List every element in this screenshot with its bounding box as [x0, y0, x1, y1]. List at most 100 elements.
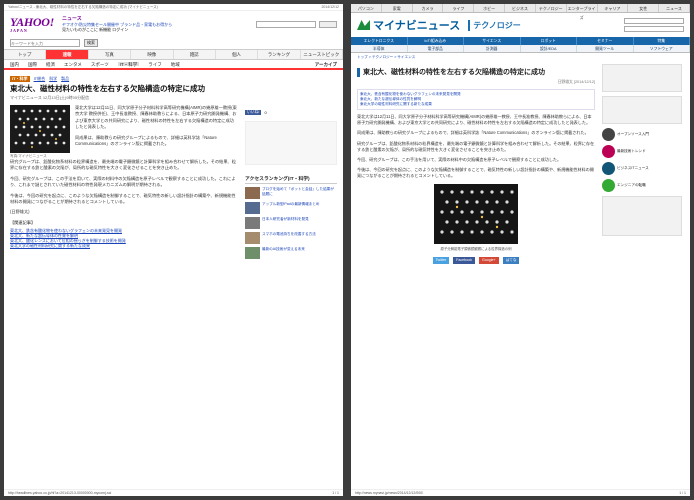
thumbnail	[245, 247, 260, 259]
top-nav-item[interactable]: 家電	[382, 4, 413, 12]
ranking-item[interactable]: 日本人研究者が新材料を発見	[245, 217, 337, 229]
footer-url: http://news.mynavi.jp/news/2014/12/12/00…	[355, 491, 424, 495]
subsection-tab[interactable]: 設計/EDA	[521, 45, 577, 52]
category-tab[interactable]: スポーツ	[91, 62, 109, 67]
top-nav-item[interactable]: ビジネス	[505, 4, 536, 12]
search-bar: 検索	[4, 37, 343, 49]
category-tab[interactable]: 国際	[28, 62, 37, 67]
share-facebook-button[interactable]: Facebook	[453, 256, 475, 264]
share-hatena-button[interactable]: はてな	[502, 256, 520, 264]
nav-tab[interactable]: 映像	[131, 50, 174, 59]
category-tab[interactable]: 地域	[171, 62, 180, 67]
print-header: Yahoo!ニュース - 東北大、磁性材料の特性を左右する欠陥構造の特定に成功 …	[4, 4, 343, 11]
top-nav: パソコン 家電 カメラ ライフ ホビー ビジネス テクノロジー エンタープライズ…	[351, 4, 690, 20]
tag-link[interactable]: 製品	[61, 76, 69, 82]
article-meta: マイナビニュース 12月13日(土)9時05分配信	[10, 95, 90, 100]
category-tab[interactable]: エンタメ	[64, 62, 82, 67]
search-input[interactable]	[10, 39, 80, 47]
category-tab[interactable]: ライフ	[148, 62, 162, 67]
search-input[interactable]	[624, 18, 684, 24]
ad-box[interactable]	[602, 196, 682, 236]
top-nav-item[interactable]: エンタープライズ	[567, 4, 598, 20]
category-tab-active[interactable]: IT・科学	[117, 62, 140, 67]
section-label: テクノロジー	[468, 19, 521, 31]
top-nav-item[interactable]: ニュース	[659, 4, 690, 12]
category-badge[interactable]: IT・科学	[10, 76, 30, 82]
article-image[interactable]	[10, 105, 70, 153]
side-item[interactable]: ビジネスITニュース	[602, 162, 682, 175]
related-link[interactable]: 東北大学の磁性材料研究に関する新たな成果	[360, 102, 592, 107]
tag-link[interactable]: 科学	[49, 76, 57, 82]
promo-line-2[interactable]: 見たいものがここに 新機能 ログイン	[62, 27, 256, 32]
ad-box[interactable]	[245, 121, 337, 165]
avatar	[602, 162, 615, 175]
nav-tab[interactable]: 個人	[216, 50, 259, 59]
breadcrumb[interactable]: トップ > テクノロジー > サイエンス	[351, 53, 690, 62]
top-nav-item[interactable]: ライフ	[443, 4, 475, 12]
related-link[interactable]: 東北大学の磁性材料研究に関する新たな成果	[10, 243, 238, 248]
ad-box[interactable]	[602, 96, 682, 124]
avatar	[602, 145, 615, 158]
search-button[interactable]: 検索	[84, 39, 98, 47]
top-nav-item[interactable]: キャリア	[598, 4, 629, 12]
mynavi-mark-icon	[357, 20, 370, 30]
section-tab[interactable]: サイエンス	[464, 37, 521, 45]
login-box[interactable]	[624, 26, 684, 32]
ranking-item[interactable]: ブログを始めて「ボットと会話」した結果が話題に	[245, 187, 337, 199]
mynavi-logo[interactable]: マイナビニュース テクノロジー	[357, 17, 521, 33]
subsection-tab[interactable]: ソフトウェア	[634, 45, 690, 52]
ranking-item[interactable]: アップル新型iPadの最新情報まとめ	[245, 202, 337, 214]
share-bar: Twitter Facebook Google+ はてな	[357, 256, 595, 264]
top-nav-item[interactable]: パソコン	[351, 4, 382, 12]
article-image[interactable]	[434, 183, 518, 244]
share-twitter-button[interactable]: Twitter	[432, 256, 450, 264]
left-window: Yahoo!ニュース - 東北大、磁性材料の特性を左右する欠陥構造の特定に成功 …	[0, 0, 347, 500]
top-nav-item[interactable]: 女性	[628, 4, 660, 12]
category-tab[interactable]: 経済	[46, 62, 55, 67]
side-item[interactable]: エンジニアの転職	[602, 179, 682, 192]
ad-box[interactable]	[602, 64, 682, 92]
nav-tab[interactable]: トップ	[4, 50, 47, 59]
sidebar: いいね! 0 アクセスランキング(IT・科学) ブログを始めて「ボットと会話」し…	[245, 76, 337, 259]
footer-url: http://headlines.yahoo.co.jp/hl?a=201412…	[8, 491, 112, 495]
paragraph: 同成果は、陳助教らの研究グループによるもので、詳細は英科学誌「Nature Co…	[357, 130, 589, 136]
top-nav-item[interactable]: ホビー	[474, 4, 506, 12]
nav-tab[interactable]: 写真	[89, 50, 132, 59]
print-date: 2014/12/12	[321, 5, 339, 9]
top-nav-item[interactable]: テクノロジー	[536, 4, 567, 12]
subsection-tab[interactable]: 開発ツール	[577, 45, 634, 52]
top-nav-item[interactable]: カメラ	[413, 4, 444, 12]
side-item[interactable]: 最新技術トレンド	[602, 145, 682, 158]
section-nav: エレクトロニクス IoT/組み込み サイエンス ロボット セミナー 特集	[351, 37, 690, 45]
subsection-tab[interactable]: 半導体	[351, 45, 408, 52]
image-caption: 原子分解能電子顕微鏡観察による粒界構造の例	[440, 246, 512, 251]
nav-tab[interactable]: ランキング	[258, 50, 301, 59]
section-tab[interactable]: セミナー	[577, 37, 634, 45]
nav-tab[interactable]: ニューストピック	[301, 50, 343, 59]
yahoo-logo[interactable]: YAHOO! JAPAN	[10, 15, 54, 33]
right-window: パソコン 家電 カメラ ライフ ホビー ビジネス テクノロジー エンタープライズ…	[347, 0, 694, 500]
subsection-nav: 半導体 電子部品 計測器 設計/EDA 開発ツール ソフトウェア	[351, 45, 690, 53]
category-tab[interactable]: 国内	[10, 62, 19, 67]
ranking-item[interactable]: スマホの電池持ちを改善する方法	[245, 232, 337, 244]
login-box[interactable]	[256, 20, 316, 28]
section-tab[interactable]: ロボット	[521, 37, 577, 45]
archive-link[interactable]: アーカイブ	[315, 62, 337, 67]
share-google-button[interactable]: Google+	[478, 256, 499, 264]
section-tab[interactable]: エレクトロニクス	[351, 37, 408, 45]
help-button[interactable]	[319, 20, 337, 28]
side-item[interactable]: オープンソース入門	[602, 128, 682, 141]
nav-tab[interactable]: 速報	[46, 50, 89, 59]
footer-page: 1 / 1	[679, 491, 686, 495]
section-tab[interactable]: IoT/組み込み	[408, 37, 464, 45]
section-tab[interactable]: 特集	[634, 37, 690, 45]
paragraph: 今後は、今回の研究を起点に、このような欠陥構造を制御することで、磁気特性の新しい…	[10, 192, 236, 205]
paragraph: 研究グループは、鉛酸化物系材料の粒界構造を、最先端の電子顕微鏡と計算科学を組み合…	[357, 140, 595, 152]
subsection-tab[interactable]: 電子部品	[408, 45, 464, 52]
tag-link[interactable]: IT総合	[34, 76, 46, 82]
subsection-tab[interactable]: 計測器	[464, 45, 521, 52]
ranking-item[interactable]: 最新のAI技術が変える未来	[245, 247, 337, 259]
avatar	[602, 179, 615, 192]
facebook-like-button[interactable]: いいね!	[245, 110, 262, 115]
nav-tab[interactable]: 雑誌	[174, 50, 216, 59]
